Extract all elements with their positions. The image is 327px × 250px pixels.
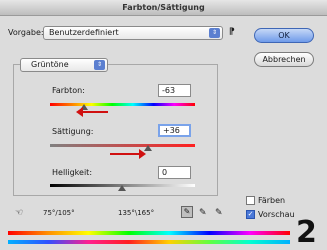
- preset-label: Vorgabe:: [8, 28, 44, 37]
- cancel-button[interactable]: Abbrechen: [254, 52, 314, 67]
- saturation-slider-track[interactable]: [50, 144, 195, 147]
- range-right-value: 135°\165°: [118, 209, 155, 217]
- channel-select[interactable]: Grüntöne ⇕: [20, 58, 108, 72]
- annotation-arrow-right: [110, 149, 146, 159]
- saturation-input[interactable]: +36: [158, 124, 191, 137]
- hue-saturation-dialog: Farbton/Sättigung Vorgabe: Benutzerdefin…: [0, 0, 327, 250]
- lightness-label: Helligkeit:: [52, 168, 93, 177]
- page-number-badge: 2: [296, 215, 317, 250]
- eyedropper-plus-icon[interactable]: ✎: [199, 208, 207, 218]
- saturation-label: Sättigung:: [52, 127, 94, 136]
- colorize-checkbox[interactable]: [246, 196, 255, 205]
- lightness-input[interactable]: 0: [158, 166, 191, 179]
- range-left-value: 75°/105°: [43, 209, 75, 217]
- hue-slider-track[interactable]: [50, 103, 195, 106]
- chevron-updown-icon: ⇕: [94, 60, 105, 70]
- preset-options-icon[interactable]: ⁋: [229, 27, 235, 37]
- eyedropper-icon[interactable]: ✎: [181, 206, 193, 218]
- input-spectrum-bar: [8, 231, 290, 235]
- eyedropper-minus-icon[interactable]: ✎: [215, 208, 223, 218]
- annotation-arrow-left: [76, 107, 108, 117]
- ok-button[interactable]: OK: [254, 28, 314, 43]
- preset-value: Benutzerdefiniert: [49, 28, 119, 37]
- hue-input[interactable]: -63: [158, 84, 191, 97]
- preview-label: Vorschau: [258, 210, 295, 219]
- output-spectrum-bar: [8, 240, 290, 244]
- chevron-updown-icon: ⇕: [209, 28, 220, 38]
- colorize-label: Färben: [258, 196, 286, 205]
- preview-checkbox[interactable]: ✓: [246, 210, 255, 219]
- hand-adjust-icon[interactable]: ☜: [15, 208, 23, 218]
- preset-select[interactable]: Benutzerdefiniert ⇕: [43, 26, 223, 40]
- channel-value: Grüntöne: [31, 60, 69, 69]
- hue-label: Farbton:: [52, 86, 85, 95]
- lightness-slider-thumb[interactable]: [118, 185, 126, 191]
- window-title: Farbton/Sättigung: [0, 0, 327, 16]
